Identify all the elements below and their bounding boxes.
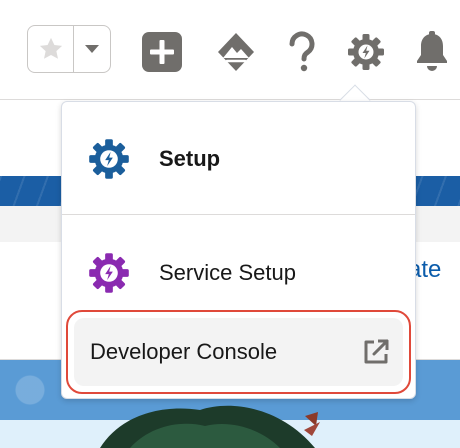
favorites-dropdown-button[interactable] <box>74 26 110 72</box>
developer-console-highlight: Developer Console <box>66 310 411 394</box>
caret-down-icon <box>85 45 99 53</box>
menu-divider <box>62 214 415 215</box>
help-icon <box>289 31 315 72</box>
menu-item-service-setup-label: Service Setup <box>159 260 296 285</box>
trailhead-button[interactable] <box>214 30 258 74</box>
add-icon <box>142 32 182 72</box>
gear-icon <box>348 34 384 70</box>
menu-item-developer-console[interactable]: Developer Console <box>74 318 403 386</box>
gear-bolt-icon <box>89 139 129 179</box>
help-button[interactable] <box>280 30 324 74</box>
menu-item-setup-label: Setup <box>159 146 221 171</box>
setup-menu: Setup Service Setup Developer Console <box>61 101 416 399</box>
menu-item-setup[interactable]: Setup <box>62 126 415 192</box>
menu-item-service-setup[interactable]: Service Setup <box>62 240 415 306</box>
favorites-button-group <box>27 25 111 73</box>
service-setup-item-icon <box>86 250 132 296</box>
bell-icon <box>417 31 447 71</box>
menu-item-developer-console-label: Developer Console <box>90 339 278 364</box>
plant-illustration <box>100 405 320 448</box>
star-icon <box>39 37 62 59</box>
favorites-star-button[interactable] <box>28 26 74 72</box>
global-header <box>0 0 460 100</box>
setup-gear-button[interactable] <box>344 30 388 74</box>
gear-bolt-icon <box>89 253 129 293</box>
external-link-icon <box>364 339 389 364</box>
notifications-button[interactable] <box>410 30 454 74</box>
trailhead-icon <box>218 33 254 71</box>
global-actions-button[interactable] <box>140 30 184 74</box>
setup-item-icon <box>86 136 132 182</box>
